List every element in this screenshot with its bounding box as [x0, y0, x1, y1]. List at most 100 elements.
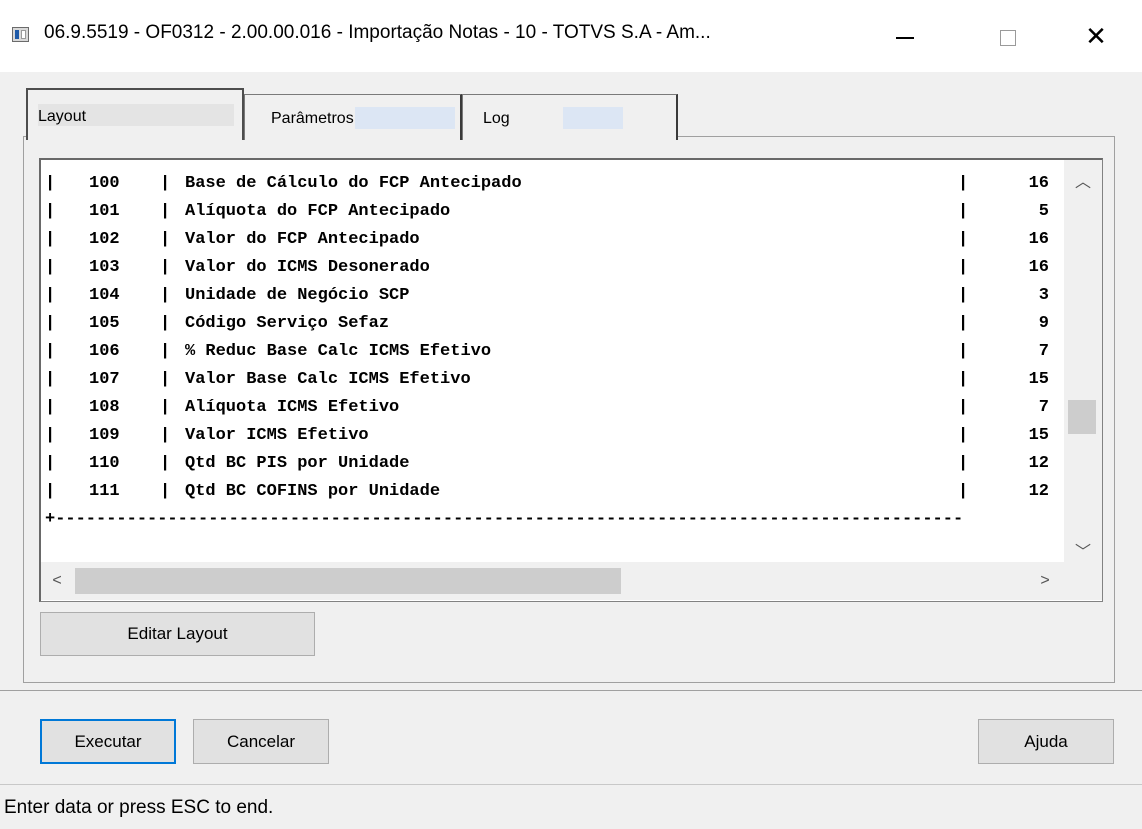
layout-row-length: 5 [1038, 202, 1049, 221]
maximize-icon [1000, 30, 1016, 46]
layout-row-number: 101 [89, 202, 120, 221]
layout-row-pipe: | [958, 258, 969, 277]
layout-row-pipe: | [958, 342, 969, 361]
layout-separator-line: +---------------------------------------… [45, 510, 964, 529]
layout-row-pipe: | [160, 398, 171, 417]
divider [0, 690, 1142, 691]
edit-layout-button[interactable]: Editar Layout [40, 612, 315, 656]
layout-row-length: 3 [1038, 286, 1049, 305]
layout-row-pipe: | [160, 370, 171, 389]
layout-row-pipe: | [160, 230, 171, 249]
layout-row-pipe: | [958, 426, 969, 445]
help-button[interactable]: Ajuda [978, 719, 1114, 764]
layout-row-number: 107 [89, 370, 120, 389]
layout-row-number: 100 [89, 174, 120, 193]
layout-row-length: 15 [1028, 426, 1049, 445]
layout-row-length: 7 [1038, 342, 1049, 361]
vertical-scrollbar[interactable]: ︿ ﹀ [1064, 160, 1102, 562]
layout-row-length: 16 [1028, 230, 1049, 249]
layout-row-number: 105 [89, 314, 120, 333]
layout-row-pipe: | [160, 202, 171, 221]
layout-row-pipe: | [958, 202, 969, 221]
layout-row-number: 111 [89, 482, 120, 501]
layout-row-length: 12 [1028, 454, 1049, 473]
layout-row-description: Qtd BC PIS por Unidade [185, 454, 410, 473]
layout-row-pipe: | [160, 482, 171, 501]
horizontal-scrollbar[interactable]: < > [41, 562, 1064, 600]
layout-row-pipe: | [958, 370, 969, 389]
layout-text-area[interactable]: | 100 | Base de Cálculo do FCP Antecipado | 1… [39, 158, 1103, 602]
layout-row-pipe: | [958, 230, 969, 249]
status-bar: Enter data or press ESC to end. [0, 784, 1142, 829]
layout-row-pipe: | [958, 314, 969, 333]
minimize-button[interactable] [857, 0, 953, 72]
layout-row-pipe: | [160, 286, 171, 305]
layout-row-pipe: | [45, 370, 56, 389]
layout-row-pipe: | [160, 454, 171, 473]
layout-row: | 102 | Valor do FCP Antecipado | 16 [45, 226, 1069, 254]
tab-parametros-label: Parâmetros [271, 110, 354, 127]
tab-layout[interactable]: Layout [26, 88, 244, 140]
layout-row-number: 110 [89, 454, 120, 473]
layout-row: | 106 | % Reduc Base Calc ICMS Efetivo | 7 [45, 338, 1069, 366]
layout-row-pipe: | [160, 342, 171, 361]
layout-row-description: % Reduc Base Calc ICMS Efetivo [185, 342, 492, 361]
close-icon: ✕ [1085, 20, 1107, 51]
layout-row-pipe: | [45, 342, 56, 361]
layout-row-number: 108 [89, 398, 120, 417]
layout-row-pipe: | [160, 314, 171, 333]
layout-row-length: 15 [1028, 370, 1049, 389]
layout-row: | 109 | Valor ICMS Efetivo | 15 [45, 422, 1069, 450]
layout-row-pipe: | [160, 258, 171, 277]
tab-log[interactable]: Log [462, 94, 678, 140]
app-icon[interactable] [12, 27, 29, 42]
layout-row-number: 104 [89, 286, 120, 305]
window-title: 06.9.5519 - OF0312 - 2.00.00.016 - Impor… [44, 22, 711, 43]
layout-row-number: 103 [89, 258, 120, 277]
cancel-button[interactable]: Cancelar [193, 719, 329, 764]
layout-row: | 111 | Qtd BC COFINS por Unidade | 12 [45, 478, 1069, 506]
layout-row-length: 7 [1038, 398, 1049, 417]
layout-row-pipe: | [45, 286, 56, 305]
layout-row-pipe: | [45, 202, 56, 221]
layout-row-pipe: | [958, 398, 969, 417]
layout-row-pipe: | [958, 454, 969, 473]
minimize-icon [896, 37, 914, 39]
vertical-scroll-thumb[interactable] [1068, 400, 1096, 434]
layout-row-pipe: | [45, 230, 56, 249]
layout-row-description: Valor ICMS Efetivo [185, 426, 369, 445]
layout-row-number: 106 [89, 342, 120, 361]
layout-row-pipe: | [45, 314, 56, 333]
maximize-button[interactable] [960, 0, 1056, 72]
tab-parametros[interactable]: Parâmetros [244, 94, 462, 140]
layout-row: | 103 | Valor do ICMS Desonerado | 16 [45, 254, 1069, 282]
layout-row-pipe: | [958, 286, 969, 305]
layout-row-pipe: | [958, 482, 969, 501]
layout-row-pipe: | [45, 258, 56, 277]
scroll-right-icon[interactable]: > [1029, 562, 1061, 600]
layout-row-pipe: | [958, 174, 969, 193]
layout-lines: | 100 | Base de Cálculo do FCP Antecipado | 1… [45, 170, 1069, 534]
layout-row-pipe: | [160, 426, 171, 445]
layout-row-description: Base de Cálculo do FCP Antecipado [185, 174, 522, 193]
execute-button[interactable]: Executar [40, 719, 176, 764]
layout-row: | 100 | Base de Cálculo do FCP Antecipado | 1… [45, 170, 1069, 198]
layout-row-number: 102 [89, 230, 120, 249]
layout-row: | 107 | Valor Base Calc ICMS Efetivo | 15 [45, 366, 1069, 394]
close-button[interactable]: ✕ [1048, 0, 1142, 72]
layout-row-pipe: | [45, 426, 56, 445]
scroll-left-icon[interactable]: < [41, 562, 73, 600]
layout-row: | 105 | Código Serviço Sefaz | 9 [45, 310, 1069, 338]
scroll-up-icon[interactable]: ︿ [1064, 164, 1102, 196]
layout-row-pipe: | [45, 454, 56, 473]
layout-row-description: Código Serviço Sefaz [185, 314, 390, 333]
layout-row-description: Valor do ICMS Desonerado [185, 258, 430, 277]
layout-row-length: 16 [1028, 174, 1049, 193]
layout-row-description: Alíquota do FCP Antecipado [185, 202, 451, 221]
layout-row-length: 9 [1038, 314, 1049, 333]
layout-row-description: Alíquota ICMS Efetivo [185, 398, 400, 417]
layout-row-pipe: | [45, 482, 56, 501]
title-bar: 06.9.5519 - OF0312 - 2.00.00.016 - Impor… [0, 0, 1142, 72]
scrollbar-corner [1064, 562, 1102, 600]
horizontal-scroll-thumb[interactable] [75, 568, 621, 594]
